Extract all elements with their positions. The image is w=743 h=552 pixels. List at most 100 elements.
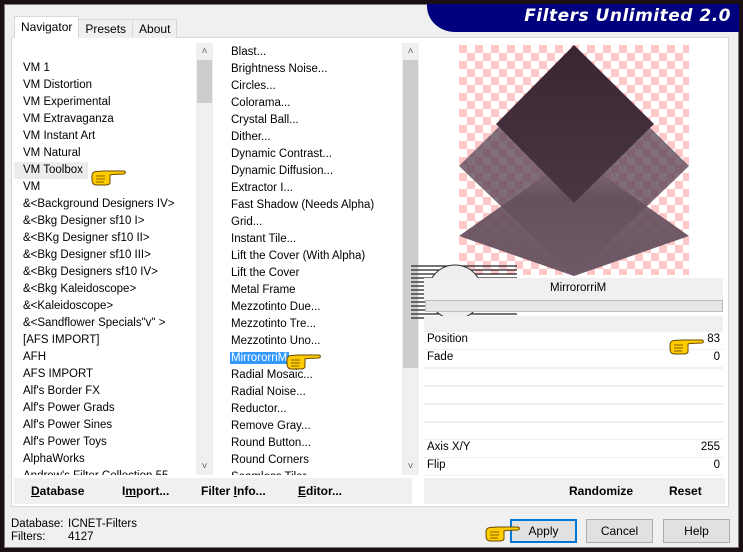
category-list-item[interactable]: VM Instant Art: [14, 128, 195, 145]
filter-list-item[interactable]: Mezzotinto Due...: [221, 299, 401, 316]
filter-list-item-label: Instant Tile...: [231, 233, 297, 245]
import-button[interactable]: Import...: [122, 484, 169, 498]
category-list-item[interactable]: &<Bkg Designer sf10 I>: [14, 213, 195, 230]
param-flip[interactable]: Flip 0: [424, 458, 723, 475]
category-list-item[interactable]: &<Bkg Designer sf10 III>: [14, 247, 195, 264]
filter-list-item[interactable]: Grid...: [221, 214, 401, 231]
tab-presets[interactable]: Presets: [78, 19, 134, 38]
category-list-item[interactable]: AFS IMPORT: [14, 366, 195, 383]
category-list-item[interactable]: &<BKg Designer sf10 II>: [14, 230, 195, 247]
filter-list-item[interactable]: Instant Tile...: [221, 231, 401, 248]
category-row: AFS IMPORT: [14, 366, 195, 383]
filter-list-item[interactable]: Crystal Ball...: [221, 112, 401, 129]
filter-list-item[interactable]: Round Button...: [221, 435, 401, 452]
category-list-item[interactable]: &<Background Designers IV>: [14, 196, 195, 213]
filter-list-item[interactable]: Mezzotinto Tre...: [221, 316, 401, 333]
category-row: &<Kaleidoscope>: [14, 298, 195, 315]
scroll-down-icon[interactable]: ˅: [402, 458, 419, 475]
database-button[interactable]: Database: [31, 484, 84, 498]
category-list-item[interactable]: Andrew's Filter Collection 55: [14, 468, 195, 475]
filter-list-item[interactable]: Seamless Tiler: [221, 469, 401, 475]
category-list-item[interactable]: VM Experimental: [14, 94, 195, 111]
category-row: Alf's Power Toys: [14, 434, 195, 451]
filter-list-item[interactable]: Lift the Cover: [221, 265, 401, 282]
status-filters-value: 4127: [68, 531, 94, 543]
filter-info-label-b: nfo...: [237, 484, 266, 498]
reset-button[interactable]: Reset: [669, 484, 702, 498]
filter-list-item[interactable]: Fast Shadow (Needs Alpha): [221, 197, 401, 214]
current-filter-name: MirrororriM: [550, 282, 607, 294]
category-list-item[interactable]: &<Bkg Kaleidoscope>: [14, 281, 195, 298]
status-filters: Filters: 4127: [11, 531, 137, 544]
filter-scrollbar[interactable]: ˄ ˅: [402, 43, 419, 475]
randomize-button[interactable]: Randomize: [569, 484, 633, 498]
filter-list-item-label: Colorama...: [231, 97, 291, 109]
param-label: Position: [427, 333, 468, 345]
category-list-item[interactable]: Alf's Power Sines: [14, 417, 195, 434]
category-list-item[interactable]: &<Sandflower Specials"v" >: [14, 315, 195, 332]
filter-list-item-label: MirrororriM: [230, 352, 290, 364]
filter-list-item[interactable]: Lift the Cover (With Alpha): [221, 248, 401, 265]
param-empty-slot: [424, 387, 723, 403]
filter-list-item[interactable]: Metal Frame: [221, 282, 401, 299]
category-list-item[interactable]: VM 1: [14, 60, 195, 77]
filter-list-item-label: Lift the Cover: [231, 267, 300, 279]
category-list-item[interactable]: AFH: [14, 349, 195, 366]
filter-list-item[interactable]: Dither...: [221, 129, 401, 146]
editor-mnemonic: E: [298, 484, 307, 498]
category-list-item[interactable]: Alf's Border FX: [14, 383, 195, 400]
param-label: Axis X/Y: [427, 441, 471, 453]
category-list-item[interactable]: VM Toolbox: [14, 162, 88, 179]
filter-list-item-label: Remove Gray...: [231, 420, 311, 432]
tab-navigator[interactable]: Navigator: [14, 16, 80, 38]
help-button[interactable]: Help: [663, 519, 730, 543]
cancel-button[interactable]: Cancel: [586, 519, 653, 543]
filter-list-item[interactable]: Extractor I...: [221, 180, 401, 197]
filter-list-item-label: Reductor...: [231, 403, 287, 415]
filter-list-item-label: Brightness Noise...: [231, 63, 328, 75]
filter-list-item[interactable]: Blast...: [221, 44, 401, 61]
param-value: 0: [713, 459, 720, 471]
category-list-item[interactable]: VM Natural: [14, 145, 195, 162]
category-list-item[interactable]: Alf's Power Toys: [14, 434, 195, 451]
filter-list-item[interactable]: Radial Noise...: [221, 384, 401, 401]
param-axis-xy[interactable]: Axis X/Y 255: [424, 440, 723, 457]
filter-list-item[interactable]: Colorama...: [221, 95, 401, 112]
category-list-item[interactable]: &<Bkg Designers sf10 IV>: [14, 264, 195, 281]
category-list-item[interactable]: Alf's Power Grads: [14, 400, 195, 417]
param-value: 255: [700, 441, 720, 453]
filter-list-item[interactable]: Circles...: [221, 78, 401, 95]
category-list-item[interactable]: VM Extravaganza: [14, 111, 195, 128]
scroll-up-icon[interactable]: ˄: [196, 43, 213, 60]
filter-info-button[interactable]: Filter Info...: [201, 484, 266, 498]
category-list-item[interactable]: [AFS IMPORT]: [14, 332, 195, 349]
preview-canvas: [459, 45, 689, 276]
category-list-item[interactable]: AlphaWorks: [14, 451, 195, 468]
scroll-down-icon[interactable]: ˅: [196, 458, 213, 475]
category-row: [AFS IMPORT]: [14, 332, 195, 349]
category-list-item[interactable]: &<Kaleidoscope>: [14, 298, 195, 315]
category-list-item[interactable]: VM Distortion: [14, 77, 195, 94]
database-button-mnemonic: D: [31, 484, 40, 498]
scroll-thumb[interactable]: [197, 60, 212, 103]
filter-list-item[interactable]: Round Corners: [221, 452, 401, 469]
filter-list[interactable]: Blast... Brightness Noise... Circles... Col…: [221, 43, 419, 475]
tab-about[interactable]: About: [132, 19, 178, 38]
filter-list-item-label: Fast Shadow (Needs Alpha): [231, 199, 375, 211]
filter-list-item[interactable]: Reductor...: [221, 401, 401, 418]
progress-bar: [425, 300, 723, 312]
filter-list-item-label: Round Button...: [231, 437, 311, 449]
category-scrollbar[interactable]: ˄ ˅: [196, 43, 213, 475]
filter-list-item[interactable]: Brightness Noise...: [221, 61, 401, 78]
filter-list-item[interactable]: Remove Gray...: [221, 418, 401, 435]
filter-list-item[interactable]: Dynamic Contrast...: [221, 146, 401, 163]
category-list[interactable]: VM 1 VM Distortion VM Experimental VM Extra…: [14, 43, 213, 475]
filter-name-bar: MirrororriM: [424, 278, 723, 300]
pointing-hand-icon: [669, 339, 704, 355]
filter-list-item[interactable]: Mezzotinto Uno...: [221, 333, 401, 350]
editor-button[interactable]: Editor...: [298, 484, 342, 498]
scroll-up-icon[interactable]: ˄: [402, 43, 419, 60]
category-row: VM Extravaganza: [14, 111, 195, 128]
filter-list-item-label: Mezzotinto Uno...: [231, 335, 321, 347]
filter-list-item[interactable]: Dynamic Diffusion...: [221, 163, 401, 180]
